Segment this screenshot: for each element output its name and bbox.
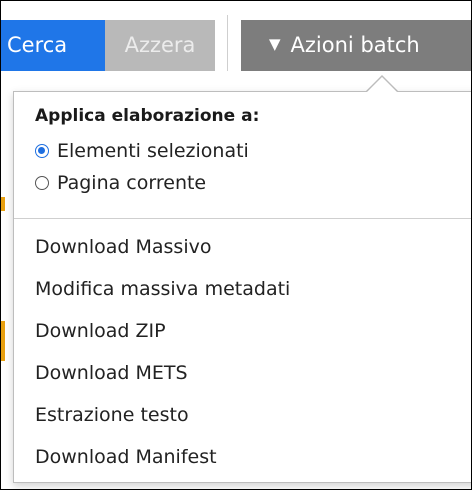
batch-actions-dropdown: Applica elaborazione a: Elementi selezio… <box>13 91 471 483</box>
dropdown-pointer-inner <box>367 77 397 92</box>
scope-option-selected-items[interactable]: Elementi selezionati <box>35 140 249 162</box>
caret-down-icon: ▼ <box>269 35 281 53</box>
scope-option-current-page[interactable]: Pagina corrente <box>35 172 206 194</box>
page-edge-mark <box>1 197 5 211</box>
menu-item-download-mets[interactable]: Download METS <box>35 362 188 384</box>
batch-actions-button[interactable]: ▼ Azioni batch <box>241 20 471 71</box>
batch-actions-label: Azioni batch <box>290 33 420 57</box>
menu-item-download-zip[interactable]: Download ZIP <box>35 320 166 342</box>
reset-button[interactable]: Azzera <box>105 20 215 71</box>
radio-unselected-icon[interactable] <box>35 176 49 190</box>
menu-item-modifica-massiva-metadati[interactable]: Modifica massiva metadati <box>35 278 290 300</box>
menu-item-download-massivo[interactable]: Download Massivo <box>35 236 211 258</box>
menu-item-download-manifest[interactable]: Download Manifest <box>35 446 217 468</box>
menu-item-estrazione-testo[interactable]: Estrazione testo <box>35 404 189 426</box>
scope-option-label: Elementi selezionati <box>57 140 249 162</box>
page-edge-mark <box>1 321 5 361</box>
radio-selected-icon[interactable] <box>35 144 49 158</box>
dropdown-divider <box>14 218 471 219</box>
screenshot-frame: Cerca Azzera ▼ Azioni batch Applica elab… <box>0 0 472 490</box>
toolbar-separator <box>227 15 228 71</box>
toolbar: Cerca Azzera ▼ Azioni batch <box>1 1 471 91</box>
search-button[interactable]: Cerca <box>1 20 105 71</box>
apply-heading: Applica elaborazione a: <box>35 106 260 126</box>
scope-option-label: Pagina corrente <box>57 172 207 194</box>
